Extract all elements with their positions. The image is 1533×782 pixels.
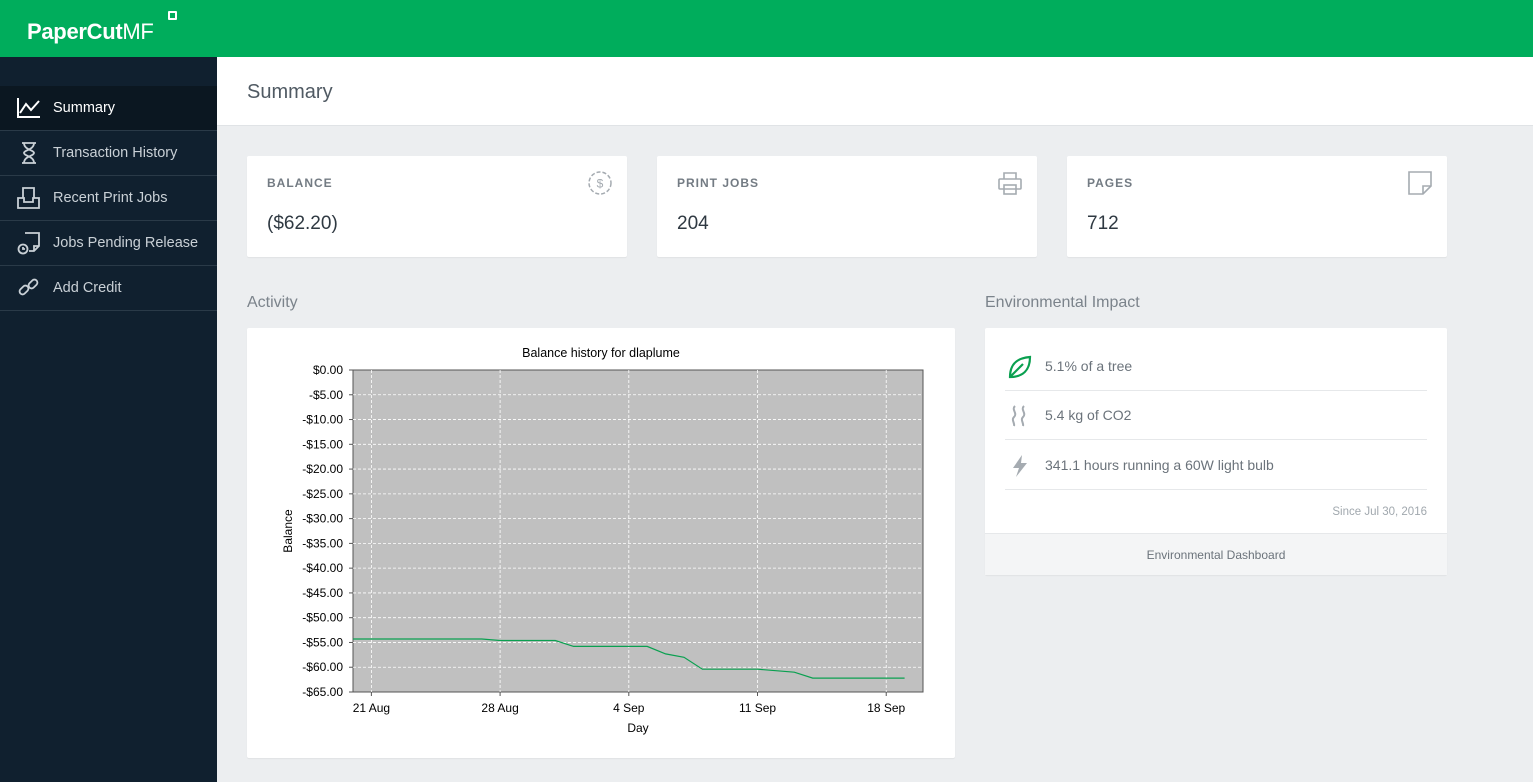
sidebar-item-label: Transaction History xyxy=(53,145,178,161)
x-tick-label: 21 Aug xyxy=(353,701,390,715)
env-co2-text: 5.4 kg of CO2 xyxy=(1045,407,1132,423)
main-content: Summary BALANCE ($62.20) $ PRINT JOBS 20… xyxy=(217,57,1533,782)
y-axis-label: Balance xyxy=(281,509,295,553)
y-tick-label: -$60.00 xyxy=(302,660,343,674)
y-tick-label: -$5.00 xyxy=(309,388,343,402)
x-axis-ticks: 21 Aug 28 Aug 4 Sep 11 Sep 18 Sep xyxy=(353,692,906,715)
plot-area xyxy=(352,369,924,693)
sidebar-item-label: Summary xyxy=(53,100,116,116)
y-tick-label: -$10.00 xyxy=(302,413,343,427)
printer-icon xyxy=(998,172,1022,195)
x-tick-label: 11 Sep xyxy=(739,701,776,715)
y-tick-label: -$35.00 xyxy=(302,536,343,550)
env-since-date: Since Jul 30, 2016 xyxy=(1332,506,1427,518)
page-title: Summary xyxy=(247,81,333,103)
sidebar-item-label: Jobs Pending Release xyxy=(53,235,199,251)
y-tick-label: -$30.00 xyxy=(302,512,343,526)
pages-label: PAGES xyxy=(1087,176,1134,190)
env-row-light-bulb: 341.1 hours running a 60W light bulb xyxy=(1005,441,1427,490)
y-tick-label: -$20.00 xyxy=(302,462,343,476)
y-tick-label: $0.00 xyxy=(313,363,343,377)
x-tick-label: 28 Aug xyxy=(481,701,518,715)
activity-section-title: Activity xyxy=(247,294,298,311)
y-tick-label: -$45.00 xyxy=(302,586,343,600)
sidebar-item-recent-print-jobs[interactable]: Recent Print Jobs xyxy=(0,176,217,221)
env-row-tree: 5.1% of a tree xyxy=(1005,342,1427,391)
svg-text:$: $ xyxy=(597,177,604,191)
hourglass-icon xyxy=(22,142,36,164)
dollar-circle-icon: $ xyxy=(588,171,612,195)
env-tree-text: 5.1% of a tree xyxy=(1045,358,1133,374)
env-row-co2: 5.4 kg of CO2 xyxy=(1005,391,1427,440)
y-tick-label: -$40.00 xyxy=(302,561,343,575)
y-tick-label: -$25.00 xyxy=(302,487,343,501)
activity-chart-card: Balance history for dlaplume $0.00 -$5.00… xyxy=(247,328,955,758)
balance-history-chart: Balance history for dlaplume $0.00 -$5.00… xyxy=(281,346,924,735)
sidebar-item-label: Recent Print Jobs xyxy=(53,190,168,206)
print-jobs-label: PRINT JOBS xyxy=(677,176,760,190)
sidebar-item-transaction-history[interactable]: Transaction History xyxy=(0,131,217,176)
top-bar: PaperCutMF xyxy=(0,0,1533,57)
line-chart-icon xyxy=(17,98,40,118)
logo-brand-text: PaperCut xyxy=(27,19,123,44)
y-tick-label: -$65.00 xyxy=(302,685,343,699)
app-logo[interactable]: PaperCutMF xyxy=(27,19,154,45)
pages-value: 712 xyxy=(1087,213,1119,234)
pages-card: PAGES 712 xyxy=(1067,156,1447,257)
print-tray-icon xyxy=(17,187,40,209)
sidebar-item-label: Add Credit xyxy=(53,280,122,296)
chart-title: Balance history for dlaplume xyxy=(522,346,680,360)
lightning-icon xyxy=(1013,455,1027,477)
logo-mark-icon xyxy=(168,11,177,20)
x-tick-label: 4 Sep xyxy=(613,701,645,715)
y-tick-label: -$50.00 xyxy=(302,611,343,625)
balance-value: ($62.20) xyxy=(267,213,338,234)
x-tick-label: 18 Sep xyxy=(867,701,905,715)
sidebar-item-summary[interactable]: Summary xyxy=(0,86,217,131)
sidebar-item-jobs-pending-release[interactable]: Jobs Pending Release xyxy=(0,221,217,266)
print-jobs-value: 204 xyxy=(677,213,709,234)
smoke-icon xyxy=(1011,405,1026,427)
y-tick-label: -$55.00 xyxy=(302,635,343,649)
print-jobs-card: PRINT JOBS 204 xyxy=(657,156,1037,257)
y-axis-ticks: $0.00 -$5.00 -$10.00 -$15.00 -$20.00 -$25.00 -… xyxy=(302,363,353,699)
sidebar-item-add-credit[interactable]: Add Credit xyxy=(0,266,217,311)
logo-suffix-text: MF xyxy=(122,19,154,44)
environmental-impact-card: 5.1% of a tree 5.4 kg of CO2 341.1 hours… xyxy=(985,328,1447,575)
sidebar: Summary Transaction History Recent Print… xyxy=(0,57,217,782)
x-axis-label: Day xyxy=(627,721,648,735)
leaf-icon xyxy=(1008,355,1032,379)
page-icon xyxy=(1408,171,1432,195)
environmental-impact-title: Environmental Impact xyxy=(985,294,1140,311)
page-header: Summary xyxy=(217,57,1533,126)
link-icon xyxy=(18,278,39,296)
env-light-bulb-text: 341.1 hours running a 60W light bulb xyxy=(1045,457,1274,473)
balance-label: BALANCE xyxy=(267,176,333,190)
environmental-dashboard-link[interactable]: Environmental Dashboard xyxy=(985,533,1447,575)
balance-card: BALANCE ($62.20) $ xyxy=(247,156,627,257)
pending-document-icon xyxy=(17,232,40,255)
y-tick-label: -$15.00 xyxy=(302,437,343,451)
